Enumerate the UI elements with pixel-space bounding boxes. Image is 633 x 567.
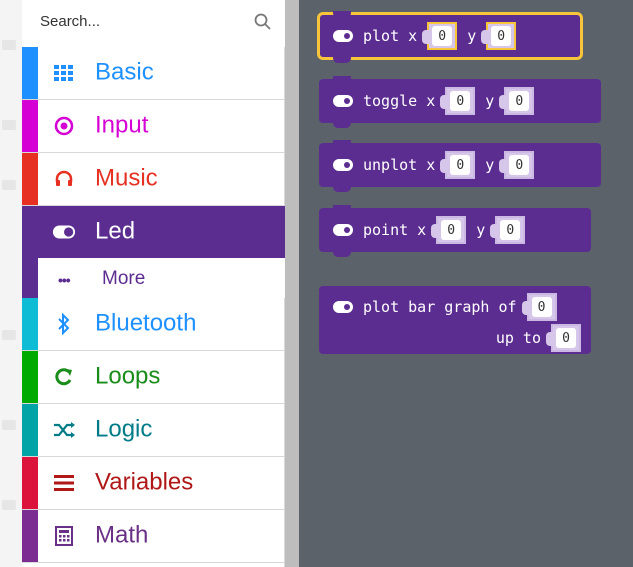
category-input[interactable]: Input — [22, 100, 285, 153]
y-input[interactable]: 0 — [490, 216, 526, 244]
category-label: Led — [95, 217, 136, 245]
category-logic[interactable]: Logic — [22, 404, 285, 457]
y-input[interactable]: 0 — [481, 22, 517, 50]
workspace-backdrop — [0, 0, 22, 567]
search-icon[interactable] — [253, 12, 273, 32]
category-label: Math — [95, 521, 149, 549]
search-input[interactable]: Search... — [40, 13, 100, 30]
bluetooth-icon — [52, 312, 76, 336]
toggle-icon — [333, 30, 353, 42]
headphones-icon — [52, 167, 76, 191]
grid-icon — [52, 61, 76, 85]
loop-icon — [52, 365, 76, 389]
category-label: Loops — [95, 362, 161, 390]
toggle-icon — [333, 159, 353, 171]
toggle-icon — [333, 224, 353, 236]
y-input[interactable]: 0 — [499, 87, 535, 115]
category-bluetooth[interactable]: Bluetooth — [22, 298, 285, 351]
block-unplot[interactable]: unplot x 0 y 0 — [319, 140, 601, 192]
radio-button-icon — [52, 114, 76, 138]
toggle-icon — [333, 301, 353, 313]
category-label: Variables — [95, 468, 194, 496]
category-label: More — [102, 268, 146, 289]
calculator-icon — [52, 524, 76, 548]
ellipsis-icon: ••• — [58, 272, 71, 288]
category-label: Input — [95, 111, 149, 139]
x-input[interactable]: 0 — [422, 22, 458, 50]
x-input[interactable]: 0 — [440, 87, 476, 115]
y-input[interactable]: 0 — [499, 151, 535, 179]
up-to-input[interactable]: 0 — [546, 324, 581, 352]
category-basic[interactable]: Basic — [22, 47, 285, 100]
category-music[interactable]: Music — [22, 153, 285, 206]
category-more[interactable]: ••• More — [22, 258, 285, 298]
category-label: Basic — [95, 58, 154, 86]
x-input[interactable]: 0 — [440, 151, 476, 179]
category-variables[interactable]: Variables — [22, 457, 285, 510]
category-label: Logic — [95, 415, 153, 443]
category-math[interactable]: Math — [22, 510, 285, 563]
category-label: Bluetooth — [95, 309, 197, 337]
toggle-icon — [52, 220, 76, 244]
block-toggle[interactable]: toggle x 0 y 0 — [319, 76, 601, 128]
toolbox-scrollbar[interactable] — [285, 0, 299, 567]
x-input[interactable]: 0 — [431, 216, 467, 244]
category-led[interactable]: Led — [22, 206, 285, 258]
category-toolbox: Search... Basic Input Music Led ••• More… — [22, 0, 285, 567]
shuffle-icon — [52, 418, 76, 442]
category-label: Music — [95, 164, 158, 192]
block-point[interactable]: point x 0 y 0 — [319, 205, 591, 257]
toggle-icon — [333, 95, 353, 107]
block-plot-bar-graph[interactable]: plot bar graph of 0 up to 0 — [319, 286, 591, 354]
block-plot[interactable]: plot x 0 y 0 — [317, 11, 583, 63]
search-bar[interactable]: Search... — [22, 0, 285, 47]
block-flyout: plot x 0 y 0 toggle x 0 y 0 unplot x 0 y… — [299, 0, 633, 567]
list-icon — [52, 471, 76, 495]
category-loops[interactable]: Loops — [22, 351, 285, 404]
value-input[interactable]: 0 — [521, 293, 557, 321]
